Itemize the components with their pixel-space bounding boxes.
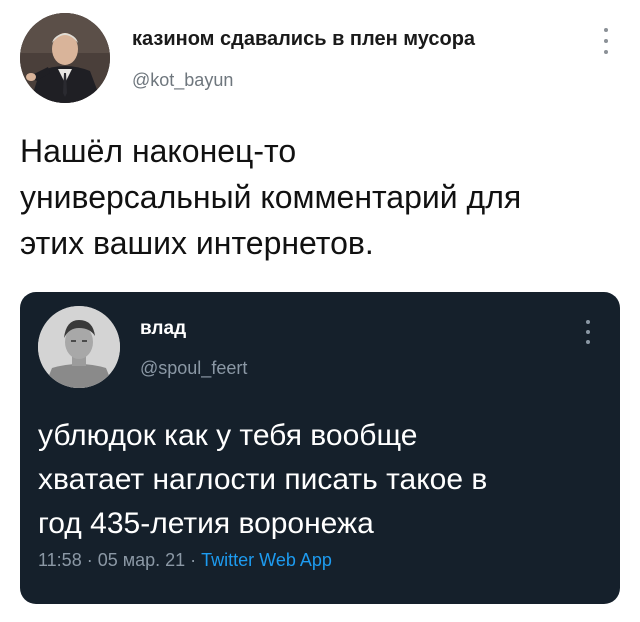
quoted-tweet-date[interactable]: 05 мар. 21 <box>98 550 185 570</box>
tweet-text-line: универсальный комментарий для <box>20 179 522 215</box>
quoted-author-avatar-image <box>38 306 120 388</box>
quoted-author-handle[interactable]: @spoul_feert <box>140 358 247 379</box>
quoted-tweet-text-line: хватает наглости писать такое в <box>38 463 488 496</box>
quoted-tweet-metadata: 11:58 · 05 мар. 21 · Twitter Web App <box>38 550 332 571</box>
author-avatar[interactable] <box>20 13 110 103</box>
tweet-text-line: этих ваших интернетов. <box>20 225 374 261</box>
quoted-tweet-text-line: ублюдок как у тебя вообще <box>38 419 418 452</box>
author-display-name[interactable]: казином сдавались в плен мусора <box>132 28 475 51</box>
quoted-tweet-card[interactable]: влад @spoul_feert ублюдок как у тебя воо… <box>20 292 620 604</box>
quoted-tweet-source-app[interactable]: Twitter Web App <box>201 550 332 570</box>
quoted-tweet-text: ублюдок как у тебя вообще хватает наглос… <box>38 414 608 546</box>
tweet-text: Нашёл наконец-то универсальный комментар… <box>20 128 620 266</box>
author-avatar-image <box>20 13 110 103</box>
tweet-text-line: Нашёл наконец-то <box>20 133 297 169</box>
author-handle[interactable]: @kot_bayun <box>132 70 233 91</box>
quoted-tweet-text-line: год 435-летия воронежа <box>38 507 374 540</box>
quoted-tweet-time[interactable]: 11:58 <box>38 550 82 570</box>
meta-separator: · <box>185 550 202 570</box>
meta-separator: · <box>81 550 98 570</box>
quoted-author-display-name[interactable]: влад <box>140 318 186 340</box>
quoted-author-avatar[interactable] <box>38 306 120 388</box>
more-vertical-icon[interactable] <box>582 320 594 344</box>
more-vertical-icon[interactable] <box>600 28 612 54</box>
